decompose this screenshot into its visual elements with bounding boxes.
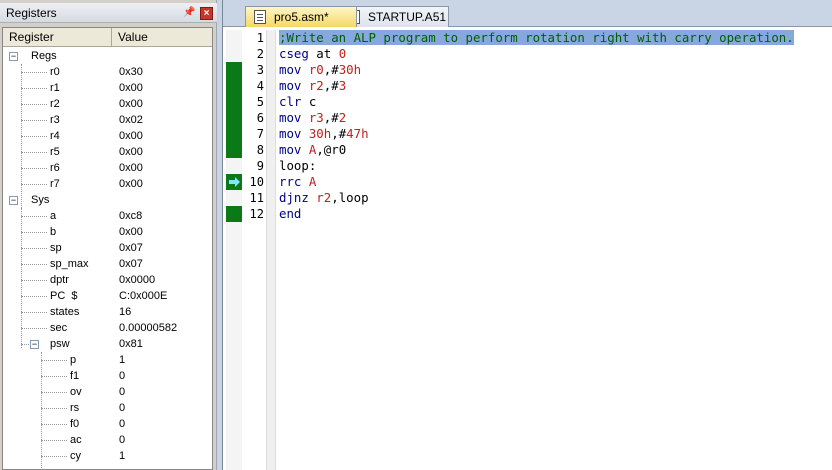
psw-bit-row[interactable]: ov 0 [3,384,212,400]
tree-node-regs[interactable]: − Regs [3,48,212,64]
register-row[interactable]: PC $ C:0x000E [3,288,212,304]
psw-bit-row[interactable]: cy 1 [3,448,212,464]
code-line-2[interactable]: cseg at 0 [279,46,346,62]
psw-bit-row[interactable]: rs 0 [3,400,212,416]
file-icon [254,10,266,24]
register-row[interactable]: r3 0x02 [3,112,212,128]
registers-title: Registers [6,6,57,20]
code-line-12[interactable]: end [279,206,301,222]
registers-titlebar[interactable]: Registers 📌 × [0,3,217,23]
column-header-value[interactable]: Value [112,28,212,47]
executed-marker [226,206,242,222]
register-row[interactable]: r4 0x00 [3,128,212,144]
code-line-4[interactable]: mov r2,#3 [279,78,346,94]
code-line-11[interactable]: djnz r2,loop [279,190,369,206]
psw-bit-row[interactable]: f0 0 [3,416,212,432]
register-row[interactable]: b 0x00 [3,224,212,240]
source-editor: STARTUP.A51 pro5.asm* 1 2 3 4 5 6 7 8 9 … [222,0,832,470]
code-line-6[interactable]: mov r3,#2 [279,110,346,126]
executed-marker [226,126,242,142]
executed-marker [226,142,242,158]
psw-bit-row[interactable]: f1 0 [3,368,212,384]
code-line-10[interactable]: rrc A [279,174,316,190]
register-row[interactable]: r5 0x00 [3,144,212,160]
code-line-5[interactable]: clr c [279,94,316,110]
column-header-register[interactable]: Register [3,28,112,47]
registers-header: Register Value [3,28,212,47]
uvision-window: Registers 📌 × Register Value − Regs r0 0x… [0,0,832,470]
psw-bit-row[interactable]: p1 [3,352,212,368]
registers-panel: Registers 📌 × Register Value − Regs r0 0x… [0,0,217,470]
tab-pro5-asm[interactable]: pro5.asm* [245,6,357,27]
psw-bit-row[interactable]: ac 0 [3,432,212,448]
code-line-3[interactable]: mov r0,#30h [279,62,361,78]
collapse-icon[interactable]: − [9,196,18,205]
registers-tree[interactable]: Register Value − Regs r0 0x30 r1 0x00 r2 0x… [2,27,213,470]
executed-marker [226,94,242,110]
close-icon[interactable]: × [200,7,213,20]
executed-marker [226,78,242,94]
current-pc-arrow-icon [226,174,242,190]
register-row[interactable]: sp 0x07 [3,240,212,256]
register-row[interactable]: r2 0x00 [3,96,212,112]
collapse-icon[interactable]: − [9,52,18,61]
register-row[interactable]: r6 0x00 [3,160,212,176]
tree-node-sys[interactable]: − Sys [3,192,212,208]
code-line-1[interactable]: ;Write an ALP program to perform rotatio… [279,30,794,46]
register-row[interactable]: r0 0x30 [3,64,212,80]
editor-tab-bar: STARTUP.A51 pro5.asm* [223,0,832,27]
register-row[interactable]: sec 0.00000582 [3,320,212,336]
register-row[interactable]: states 16 [3,304,212,320]
code-line-7[interactable]: mov 30h,#47h [279,126,369,142]
execution-gutter[interactable] [226,30,242,470]
executed-marker [226,62,242,78]
executed-marker [226,110,242,126]
register-row[interactable]: sp_max 0x07 [3,256,212,272]
pin-icon[interactable]: 📌 [183,7,195,19]
code-line-9[interactable]: loop: [279,158,316,174]
line-numbers: 1 2 3 4 5 6 7 8 9 10 11 12 [242,30,266,470]
code-line-8[interactable]: mov A,@r0 [279,142,346,158]
register-row[interactable]: a 0xc8 [3,208,212,224]
register-row[interactable]: dptr 0x0000 [3,272,212,288]
register-row[interactable]: r7 0x00 [3,176,212,192]
comment-text: ;Write an ALP program to perform rotatio… [279,30,794,45]
collapse-icon[interactable]: − [30,340,39,349]
fold-margin [266,30,276,470]
register-row[interactable]: r1 0x00 [3,80,212,96]
tree-node-psw[interactable]: − psw 0x81 [3,336,212,352]
